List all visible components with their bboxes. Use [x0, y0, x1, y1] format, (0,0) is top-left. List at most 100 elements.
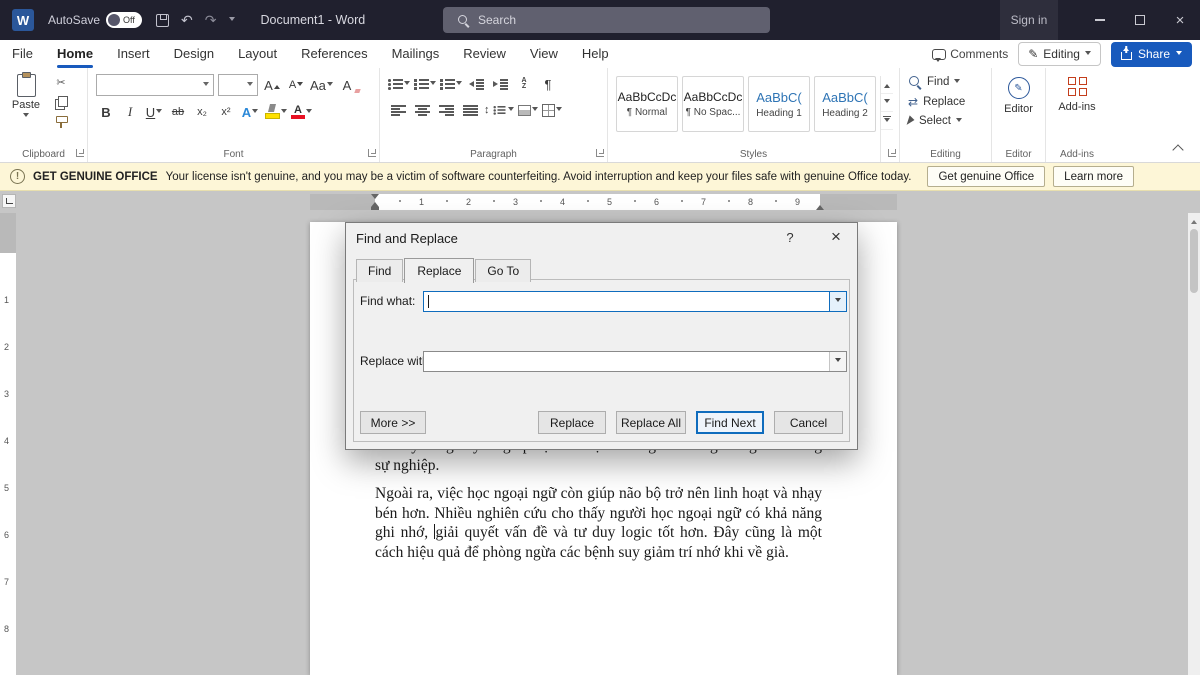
style-heading-2[interactable]: AaBbC( Heading 2: [814, 76, 876, 132]
cut-icon[interactable]: ✂: [56, 78, 65, 89]
paste-button[interactable]: Paste: [4, 74, 48, 156]
comments-button[interactable]: Comments: [932, 47, 1008, 61]
font-name-combo[interactable]: [96, 74, 214, 96]
paragraph[interactable]: Ngoài ra, việc học ngoại ngữ còn giúp nã…: [375, 484, 822, 562]
collapse-ribbon-icon[interactable]: [1172, 144, 1183, 155]
copy-icon[interactable]: [55, 96, 67, 109]
tab-layout[interactable]: Layout: [226, 40, 289, 68]
dialog-tab-goto[interactable]: Go To: [475, 259, 531, 282]
editor-button-label[interactable]: Editor: [1004, 103, 1033, 115]
subscript-button[interactable]: x₂: [192, 102, 212, 122]
dialog-tab-replace[interactable]: Replace: [404, 258, 474, 283]
align-left-button[interactable]: [388, 100, 408, 120]
share-button[interactable]: Share: [1111, 42, 1192, 67]
tab-review[interactable]: Review: [451, 40, 518, 68]
replace-with-dropdown-button[interactable]: [829, 352, 846, 371]
replace-with-input[interactable]: [423, 351, 847, 372]
style-heading-1[interactable]: AaBbC( Heading 1: [748, 76, 810, 132]
learn-more-button[interactable]: Learn more: [1053, 166, 1134, 187]
undo-icon[interactable]: ↶: [181, 13, 193, 27]
word-logo-icon[interactable]: W: [12, 9, 34, 31]
clipboard-dialog-launcher-icon[interactable]: [76, 149, 84, 157]
font-color-button[interactable]: A: [291, 102, 312, 122]
paragraph-dialog-launcher-icon[interactable]: [596, 149, 604, 157]
save-icon[interactable]: [156, 14, 169, 27]
vertical-scrollbar[interactable]: [1188, 213, 1200, 675]
increase-indent-button[interactable]: [490, 74, 510, 94]
sign-in-button[interactable]: Sign in: [1000, 0, 1058, 40]
numbering-button[interactable]: [414, 74, 436, 94]
dialog-close-icon[interactable]: ×: [823, 225, 849, 249]
dialog-help-icon[interactable]: ?: [781, 230, 799, 245]
replace-button[interactable]: ⇄ Replace: [908, 95, 983, 109]
styles-scroll-up-button[interactable]: [881, 76, 893, 94]
font-size-combo[interactable]: [218, 74, 258, 96]
tab-file[interactable]: File: [0, 40, 45, 68]
find-what-input[interactable]: [423, 291, 847, 312]
multilevel-list-button[interactable]: [440, 74, 462, 94]
font-dialog-launcher-icon[interactable]: [368, 149, 376, 157]
find-next-button[interactable]: Find Next: [696, 411, 764, 434]
styles-gallery-more-button[interactable]: [881, 112, 893, 130]
sort-button[interactable]: AZ: [514, 74, 534, 94]
grow-font-button[interactable]: A: [262, 75, 282, 95]
search-box[interactable]: Search: [443, 7, 770, 33]
dialog-tab-find[interactable]: Find: [356, 259, 403, 282]
left-indent-marker[interactable]: [371, 207, 379, 210]
justify-button[interactable]: [460, 100, 480, 120]
highlight-button[interactable]: [264, 102, 287, 122]
maximize-button[interactable]: [1120, 0, 1160, 40]
autosave-switch[interactable]: Off: [106, 12, 142, 28]
format-painter-icon[interactable]: [55, 116, 67, 129]
replace-all-button[interactable]: Replace All: [616, 411, 686, 434]
borders-button[interactable]: [542, 100, 562, 120]
minimize-button[interactable]: [1080, 0, 1120, 40]
right-indent-marker[interactable]: [816, 201, 824, 210]
align-center-button[interactable]: [412, 100, 432, 120]
redo-icon[interactable]: ↷: [205, 13, 217, 27]
strikethrough-button[interactable]: ab: [168, 102, 188, 122]
close-button[interactable]: ×: [1160, 0, 1200, 40]
shading-button[interactable]: [518, 100, 538, 120]
find-button[interactable]: Find: [908, 75, 983, 89]
bold-button[interactable]: B: [96, 102, 116, 122]
tab-insert[interactable]: Insert: [105, 40, 162, 68]
text-effects-button[interactable]: A: [240, 102, 260, 122]
tab-mailings[interactable]: Mailings: [380, 40, 452, 68]
underline-button[interactable]: U: [144, 102, 164, 122]
style-no-spacing[interactable]: AaBbCcDc ¶ No Spac...: [682, 76, 744, 132]
tab-help[interactable]: Help: [570, 40, 621, 68]
autosave-toggle[interactable]: AutoSave Off: [48, 12, 142, 28]
cancel-button[interactable]: Cancel: [774, 411, 843, 434]
align-right-button[interactable]: [436, 100, 456, 120]
tab-home[interactable]: Home: [45, 40, 105, 68]
editor-icon[interactable]: ✎: [1008, 77, 1030, 99]
styles-scroll-down-button[interactable]: [881, 94, 893, 112]
change-case-button[interactable]: Aa: [310, 75, 333, 95]
find-what-dropdown-button[interactable]: [829, 292, 846, 311]
styles-dialog-launcher-icon[interactable]: [888, 149, 896, 157]
more-button[interactable]: More >>: [360, 411, 426, 434]
addins-icon[interactable]: [1068, 77, 1087, 96]
document-text[interactable]: hữu kỹ năng này sẽ giúp bạn nổi bật và t…: [375, 436, 822, 571]
customize-toolbar-icon[interactable]: [229, 17, 235, 24]
scroll-up-icon[interactable]: [1191, 217, 1197, 224]
addins-button-label[interactable]: Add-ins: [1058, 101, 1095, 113]
decrease-indent-button[interactable]: [466, 74, 486, 94]
italic-button[interactable]: I: [120, 102, 140, 122]
bullets-button[interactable]: [388, 74, 410, 94]
tab-view[interactable]: View: [518, 40, 570, 68]
editing-mode-button[interactable]: ✎ Editing: [1018, 42, 1101, 66]
get-genuine-office-button[interactable]: Get genuine Office: [927, 166, 1045, 187]
superscript-button[interactable]: x²: [216, 102, 236, 122]
show-paragraph-marks-button[interactable]: ¶: [538, 74, 558, 94]
shrink-font-button[interactable]: A: [286, 75, 306, 95]
clear-formatting-button[interactable]: A: [337, 75, 357, 95]
hanging-indent-marker[interactable]: [371, 198, 379, 207]
select-button[interactable]: Select: [908, 115, 983, 127]
tab-design[interactable]: Design: [162, 40, 226, 68]
line-spacing-button[interactable]: ↕: [484, 100, 514, 120]
dialog-replace-button[interactable]: Replace: [538, 411, 606, 434]
tab-references[interactable]: References: [289, 40, 379, 68]
scrollbar-thumb[interactable]: [1190, 229, 1198, 293]
